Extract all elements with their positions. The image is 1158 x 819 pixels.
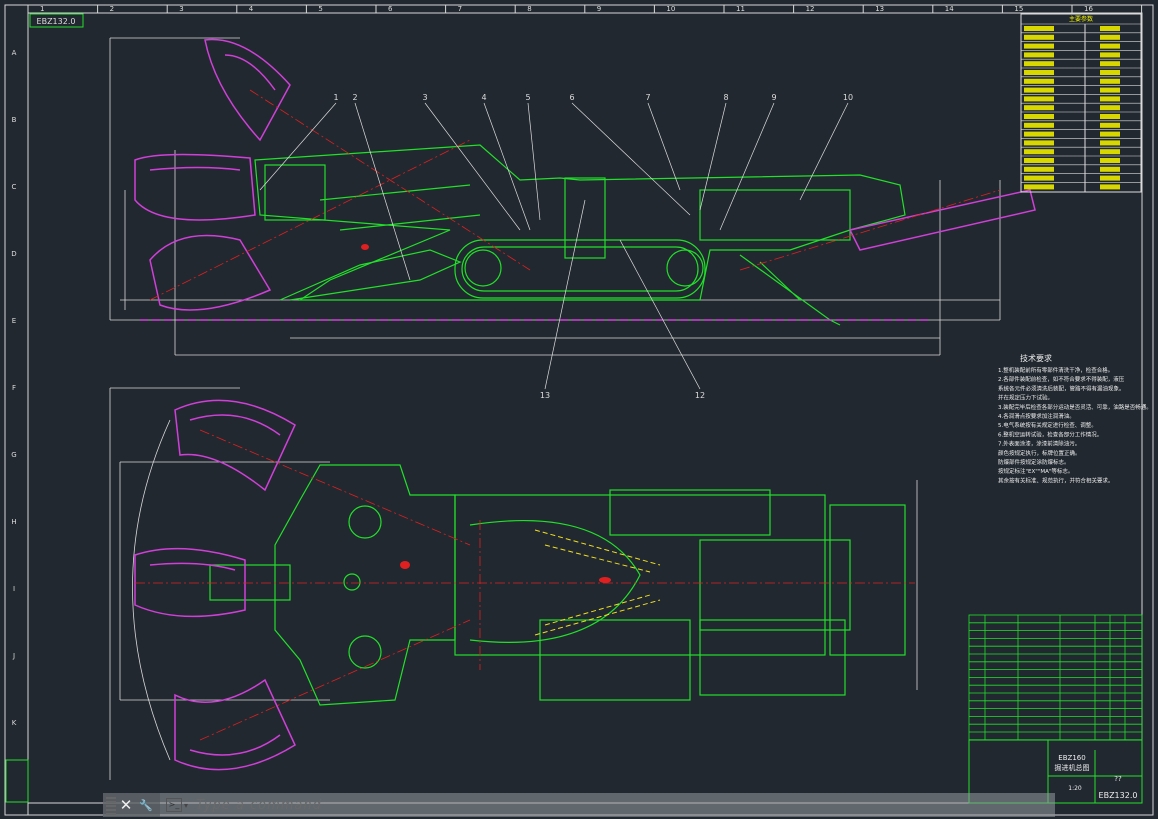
top-view-machine <box>209 464 906 706</box>
note-line: 颜色按规定执行，标牌位置正确。 <box>998 449 1081 457</box>
callout-number: 7 <box>645 93 650 102</box>
command-line: ✕ 🔧 >_ ▾ <box>103 793 1055 817</box>
callout-number: 3 <box>422 93 427 102</box>
row-label: D <box>11 250 16 258</box>
note-line: 2.各部件装配前检查，如不符合要求不得装配，液压 <box>998 375 1125 383</box>
row-label: B <box>12 116 17 124</box>
top-view-dimensions <box>109 387 918 780</box>
drawing-canvas[interactable]: 1 2 3 4 5 6 7 8 9 10 11 12 13 14 15 16 ABCDEFGHIJK EBZ1… <box>0 0 1158 819</box>
side-view-centerlines <box>149 89 1001 301</box>
title-name-1: EBZ160 <box>1058 754 1085 762</box>
column-label: 16 <box>1084 5 1093 13</box>
chevron-down-icon[interactable]: ▾ <box>184 801 188 810</box>
note-line: 按规定标注"EX""MA"等标志。 <box>998 467 1073 475</box>
note-line: 7.外表面涂漆，涂漆前清除油污。 <box>998 440 1080 448</box>
column-label: 4 <box>249 5 254 13</box>
command-input[interactable] <box>194 796 799 814</box>
top-view-centerlines <box>135 429 915 741</box>
column-label: 5 <box>318 5 322 13</box>
note-line: 并在规定压力下试验。 <box>998 394 1053 402</box>
side-view-machine <box>254 144 906 326</box>
parameters-table: 主要参数 <box>1020 13 1142 193</box>
column-label: 13 <box>875 5 884 13</box>
top-view-boom <box>534 529 661 636</box>
close-icon[interactable]: ✕ <box>116 796 136 814</box>
row-label: G <box>11 451 16 459</box>
callout-number: 4 <box>481 93 486 102</box>
note-line: 4.各润滑点按要求加注润滑油。 <box>998 412 1075 420</box>
callout-number: 13 <box>540 391 550 400</box>
title-drawing-number: EBZ132.0 <box>1099 791 1138 800</box>
note-line: 3.装配完毕后检查各部分运动是否灵活、可靠，油路是否畅通。 <box>998 403 1152 411</box>
title-name-2: 掘进机总图 <box>1055 763 1090 772</box>
callout-number: 9 <box>771 93 776 102</box>
technical-notes: 技术要求 1.整机装配前所有零部件清洗干净，检查合格。2.各部件装配前检查，如不… <box>998 353 1152 484</box>
column-label: 12 <box>806 5 815 13</box>
column-label: 11 <box>736 5 745 13</box>
row-label: H <box>11 518 16 526</box>
row-label: E <box>12 317 16 325</box>
title-scale: 1:20 <box>1068 785 1082 792</box>
callout-number: 2 <box>352 93 357 102</box>
top-view-cutters <box>134 399 296 771</box>
row-label: K <box>12 719 17 727</box>
column-labels: 1 2 3 4 5 6 7 8 9 10 11 12 13 14 15 16 <box>40 5 1143 13</box>
wrench-icon[interactable]: 🔧 <box>136 799 156 812</box>
title-sheet: ?? <box>1114 775 1122 783</box>
callout-number: 10 <box>843 93 853 102</box>
note-line: 其余按有关标准、规范执行，并符合相关要求。 <box>998 476 1114 484</box>
svg-text:主要参数: 主要参数 <box>1069 15 1093 23</box>
column-label: 2 <box>110 5 114 13</box>
row-label: C <box>12 183 17 191</box>
prompt-icon[interactable]: >_ <box>166 798 182 812</box>
callout-number: 1 <box>333 93 338 102</box>
column-label: 1 <box>40 5 44 13</box>
note-line: 系统各元件必须清洗后装配，管路不得有漏油现象。 <box>998 384 1125 392</box>
notes-title: 技术要求 <box>1020 353 1052 363</box>
column-label: 10 <box>666 5 675 13</box>
row-label: F <box>12 384 16 392</box>
column-label: 14 <box>945 5 954 13</box>
command-line-tools: ✕ 🔧 <box>103 793 160 817</box>
column-label: 9 <box>597 5 601 13</box>
red-markers <box>361 244 611 583</box>
side-view-dimensions <box>109 37 1001 356</box>
drag-handle[interactable] <box>106 795 116 815</box>
row-label: A <box>12 49 17 57</box>
column-label: 7 <box>458 5 462 13</box>
note-line: 5.电气系统按有关规定进行检查、调整。 <box>998 421 1097 429</box>
callout-number: 6 <box>569 93 574 102</box>
drawing-frame <box>4 4 1154 816</box>
callout-number: 5 <box>525 93 530 102</box>
column-label: 3 <box>179 5 183 13</box>
callout-number: 12 <box>695 391 705 400</box>
note-line: 防爆部件按规定涂防爆标志。 <box>998 458 1070 466</box>
revision-box <box>5 759 29 803</box>
column-label: 8 <box>527 5 531 13</box>
drawing-tag: EBZ132.0 <box>37 17 76 26</box>
callout-number: 8 <box>723 93 728 102</box>
note-line: 1.整机装配前所有零部件清洗干净，检查合格。 <box>998 366 1113 374</box>
column-label: 15 <box>1014 5 1023 13</box>
row-label: I <box>13 585 15 593</box>
row-label: J <box>12 652 15 660</box>
note-line: 6.整机空运转试验，检查各部分工作情况。 <box>998 430 1102 438</box>
parts-list <box>968 614 1143 741</box>
column-label: 6 <box>388 5 393 13</box>
row-labels: A B C D E F G H I J K <box>11 49 16 727</box>
